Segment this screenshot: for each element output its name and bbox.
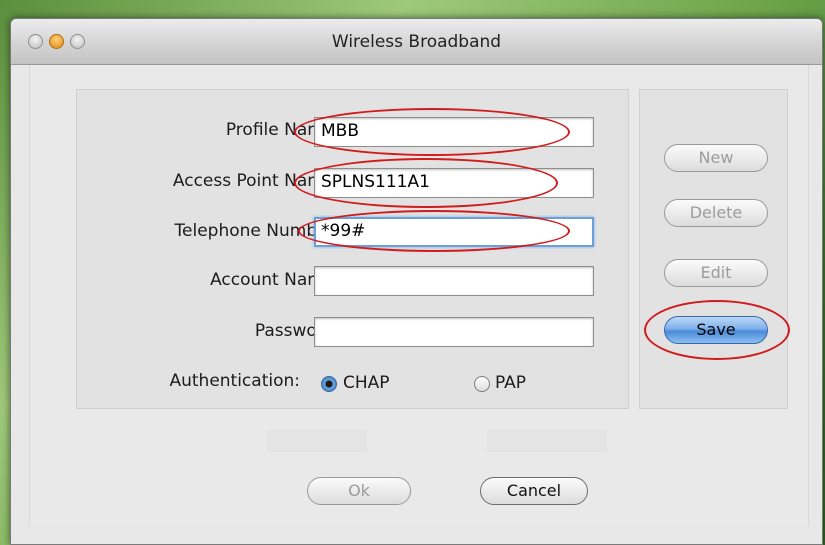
telephone-number-input[interactable]: *99# [314,217,594,247]
chap-radio-label: CHAP [343,373,390,393]
edit-button[interactable]: Edit [664,259,768,287]
ok-button[interactable]: Ok [307,477,411,505]
window-content: Profile Name: MBB Access Point Name: SPL… [29,65,809,526]
title-bar: Wireless Broadband [11,19,822,65]
account-name-input[interactable] [314,266,594,296]
new-button[interactable]: New [664,144,768,172]
password-input[interactable] [314,317,594,347]
delete-button[interactable]: Delete [664,199,768,227]
faint-background-strip [487,430,607,452]
chap-radio[interactable] [321,376,337,392]
authentication-label: Authentication: [169,371,300,391]
window-title: Wireless Broadband [331,32,502,52]
pap-radio-label: PAP [495,373,527,393]
profile-actions-panel: New Delete Edit Save [639,89,790,409]
wireless-broadband-window: Wireless Broadband Profile Name: MBB Acc… [10,18,823,545]
save-button[interactable]: Save [664,316,768,344]
profile-name-input[interactable]: MBB [314,117,594,147]
profile-form-panel: Profile Name: MBB Access Point Name: SPL… [76,89,629,409]
pap-radio[interactable] [474,376,490,392]
cancel-button[interactable]: Cancel [480,477,588,505]
access-point-name-input[interactable]: SPLNS111A1 [314,168,594,198]
faint-background-strip [267,430,367,452]
